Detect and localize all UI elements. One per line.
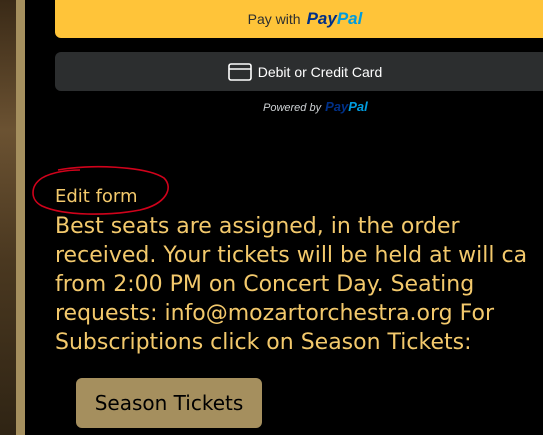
paypal-small-logo: PayPal	[325, 99, 368, 114]
notice-line: requests: info@mozartorchestra.org For	[55, 301, 495, 326]
notice-line: from 2:00 PM on Concert Day. Seating	[55, 272, 475, 297]
paypal-small-logo-pal: Pal	[348, 99, 368, 114]
background-image-strip	[0, 0, 16, 435]
paypal-button[interactable]: Pay with PayPal	[55, 0, 543, 38]
pay-with-label: Pay with	[247, 11, 301, 27]
paypal-small-logo-pay: Pay	[325, 99, 349, 114]
debit-credit-card-button[interactable]: Debit or Credit Card	[55, 52, 543, 91]
notice-line: Subscriptions click on Season Tickets:	[55, 330, 472, 355]
credit-card-icon	[227, 62, 252, 81]
ticket-notice-text: Best seats are assigned, in the order re…	[55, 212, 543, 357]
paypal-logo-pay: Pay	[306, 9, 337, 28]
edit-form-link[interactable]: Edit form	[55, 186, 138, 207]
powered-by-label: Powered by	[263, 102, 322, 114]
notice-line: Best seats are assigned, in the order	[55, 214, 460, 239]
gold-border-bar	[16, 0, 25, 435]
powered-by-paypal: Powered by PayPal	[263, 99, 368, 114]
card-button-label: Debit or Credit Card	[257, 63, 383, 80]
season-tickets-button[interactable]: Season Tickets	[76, 378, 262, 428]
paypal-logo-pal: Pal	[336, 9, 363, 28]
notice-line: received. Your tickets will be held at w…	[55, 243, 528, 268]
paypal-logo: PayPal	[307, 9, 363, 29]
